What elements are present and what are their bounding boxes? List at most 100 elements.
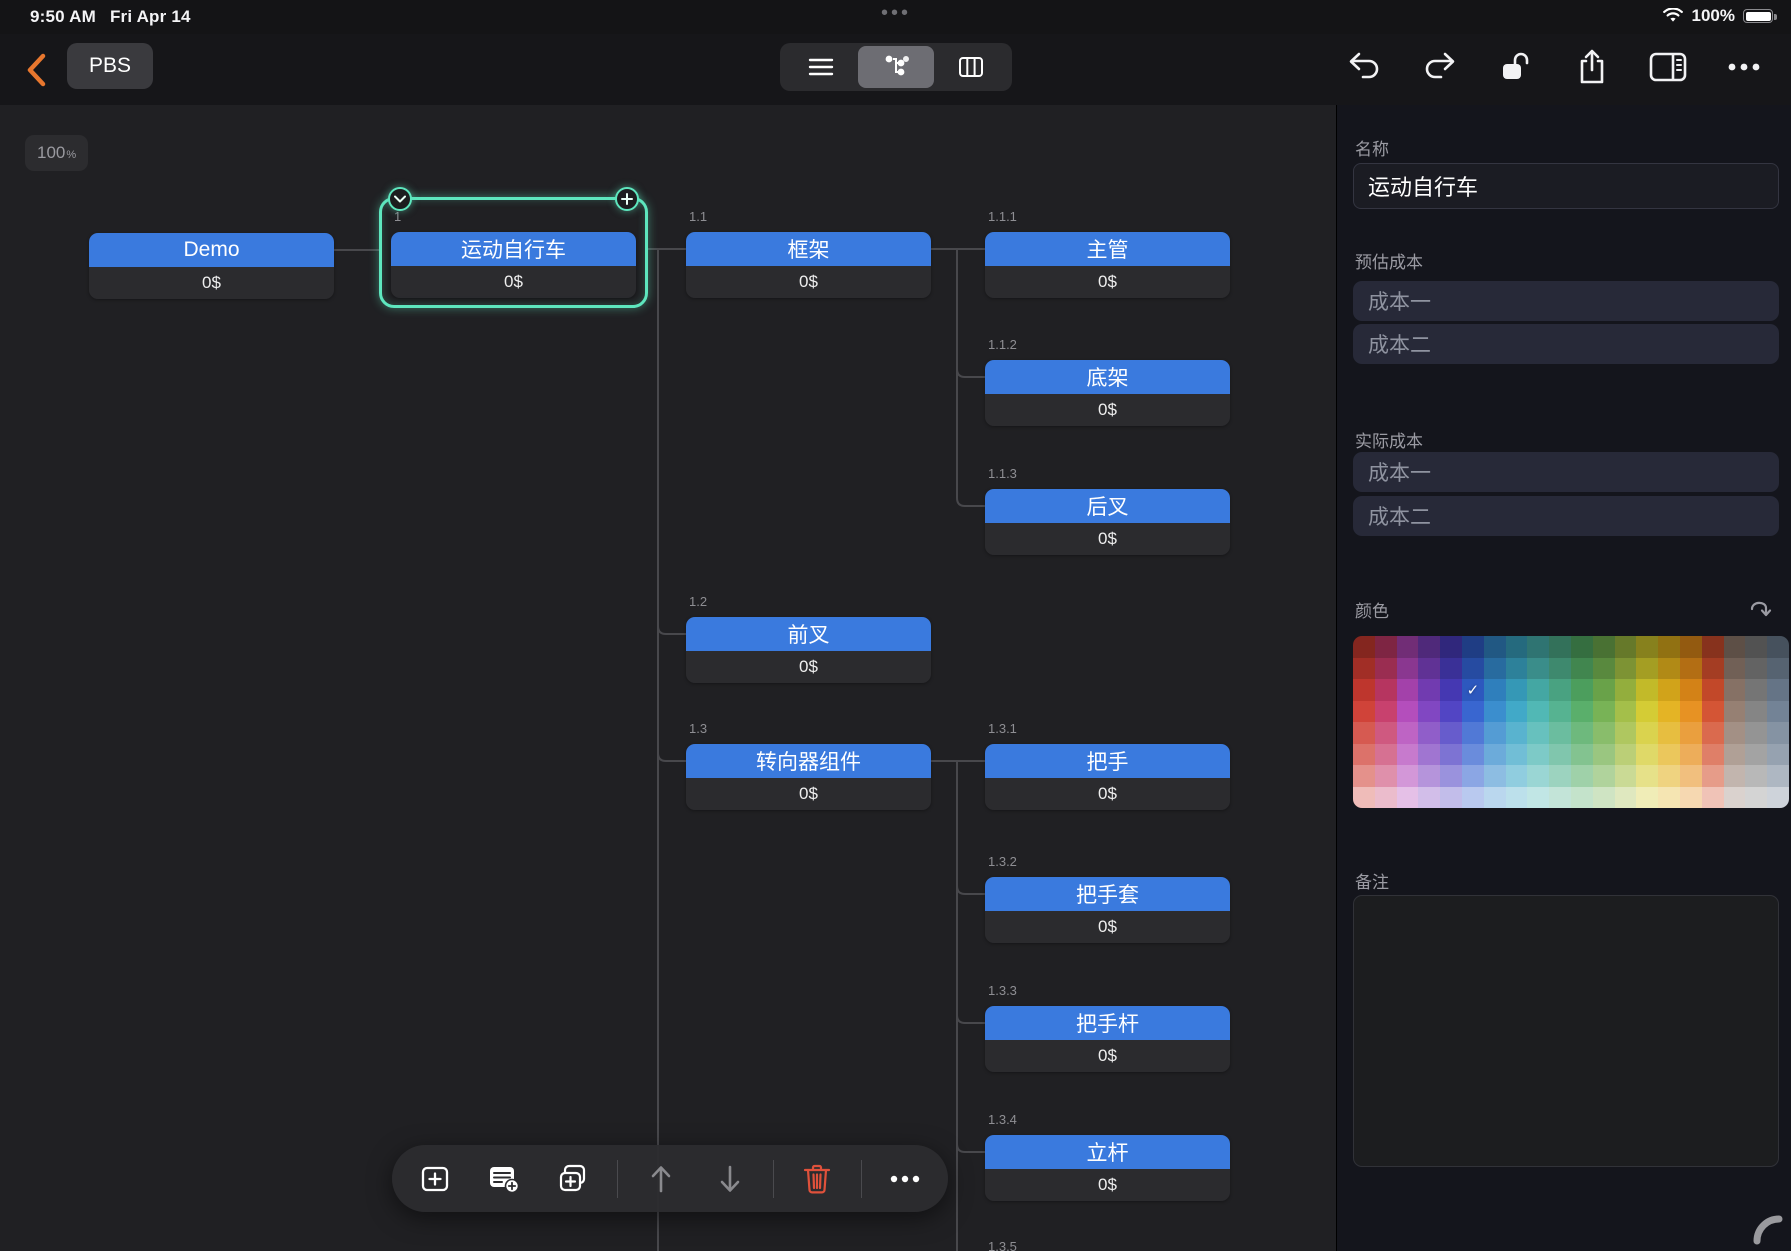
- palette-swatch[interactable]: [1658, 658, 1680, 680]
- actual-cost-row-1[interactable]: 成本一: [1353, 452, 1779, 492]
- palette-swatch[interactable]: [1527, 765, 1549, 787]
- palette-swatch[interactable]: [1745, 701, 1767, 723]
- palette-swatch[interactable]: [1462, 701, 1484, 723]
- palette-swatch[interactable]: [1418, 658, 1440, 680]
- palette-swatch[interactable]: [1636, 744, 1658, 766]
- palette-swatch[interactable]: [1462, 636, 1484, 658]
- palette-swatch[interactable]: [1767, 701, 1789, 723]
- tree-node[interactable]: 前叉 0$: [686, 617, 931, 683]
- palette-swatch[interactable]: [1506, 765, 1528, 787]
- more-button[interactable]: [1719, 45, 1769, 89]
- palette-swatch[interactable]: ✓: [1462, 679, 1484, 701]
- palette-swatch[interactable]: [1767, 765, 1789, 787]
- palette-swatch[interactable]: [1658, 787, 1680, 809]
- palette-swatch[interactable]: [1636, 765, 1658, 787]
- palette-swatch[interactable]: [1702, 744, 1724, 766]
- palette-swatch[interactable]: [1724, 787, 1746, 809]
- palette-swatch[interactable]: [1767, 744, 1789, 766]
- palette-swatch[interactable]: [1549, 722, 1571, 744]
- palette-swatch[interactable]: [1375, 636, 1397, 658]
- palette-swatch[interactable]: [1702, 636, 1724, 658]
- palette-swatch[interactable]: [1375, 765, 1397, 787]
- palette-swatch[interactable]: [1353, 658, 1375, 680]
- palette-swatch[interactable]: [1724, 658, 1746, 680]
- palette-swatch[interactable]: [1462, 658, 1484, 680]
- palette-swatch[interactable]: [1440, 679, 1462, 701]
- palette-swatch[interactable]: [1724, 636, 1746, 658]
- palette-swatch[interactable]: [1702, 765, 1724, 787]
- palette-swatch[interactable]: [1506, 658, 1528, 680]
- palette-swatch[interactable]: [1636, 658, 1658, 680]
- palette-swatch[interactable]: [1549, 679, 1571, 701]
- inspector-toggle-button[interactable]: [1643, 45, 1693, 89]
- palette-swatch[interactable]: [1745, 658, 1767, 680]
- palette-swatch[interactable]: [1397, 701, 1419, 723]
- tree-node[interactable]: 立杆 0$: [985, 1135, 1230, 1201]
- palette-swatch[interactable]: [1506, 701, 1528, 723]
- palette-swatch[interactable]: [1418, 636, 1440, 658]
- palette-swatch[interactable]: [1484, 765, 1506, 787]
- palette-swatch[interactable]: [1571, 722, 1593, 744]
- palette-swatch[interactable]: [1615, 701, 1637, 723]
- palette-swatch[interactable]: [1527, 658, 1549, 680]
- palette-swatch[interactable]: [1375, 744, 1397, 766]
- palette-swatch[interactable]: [1375, 722, 1397, 744]
- palette-swatch[interactable]: [1527, 787, 1549, 809]
- delete-node-button[interactable]: [791, 1153, 843, 1205]
- palette-swatch[interactable]: [1353, 679, 1375, 701]
- palette-swatch[interactable]: [1636, 722, 1658, 744]
- palette-swatch[interactable]: [1462, 765, 1484, 787]
- estimated-cost-row-2[interactable]: 成本二: [1353, 324, 1779, 364]
- tree-node[interactable]: 运动自行车 0$: [391, 232, 636, 298]
- palette-swatch[interactable]: [1418, 679, 1440, 701]
- document-title-button[interactable]: PBS: [67, 43, 153, 89]
- palette-swatch[interactable]: [1593, 787, 1615, 809]
- palette-swatch[interactable]: [1593, 722, 1615, 744]
- palette-swatch[interactable]: [1462, 787, 1484, 809]
- actual-cost-row-2[interactable]: 成本二: [1353, 496, 1779, 536]
- move-down-button[interactable]: [704, 1153, 756, 1205]
- palette-swatch[interactable]: [1484, 658, 1506, 680]
- palette-swatch[interactable]: [1767, 636, 1789, 658]
- palette-swatch[interactable]: [1440, 658, 1462, 680]
- add-node-button[interactable]: [409, 1153, 461, 1205]
- palette-swatch[interactable]: [1767, 722, 1789, 744]
- tree-node[interactable]: 主管 0$: [985, 232, 1230, 298]
- add-child-button[interactable]: [615, 187, 639, 211]
- palette-swatch[interactable]: [1549, 744, 1571, 766]
- palette-swatch[interactable]: [1440, 722, 1462, 744]
- palette-swatch[interactable]: [1375, 701, 1397, 723]
- estimated-cost-row-1[interactable]: 成本一: [1353, 281, 1779, 321]
- tab-list-view[interactable]: [783, 46, 858, 88]
- palette-swatch[interactable]: [1615, 722, 1637, 744]
- palette-swatch[interactable]: [1593, 701, 1615, 723]
- palette-swatch[interactable]: [1549, 658, 1571, 680]
- palette-swatch[interactable]: [1724, 722, 1746, 744]
- palette-swatch[interactable]: [1506, 787, 1528, 809]
- palette-swatch[interactable]: [1702, 679, 1724, 701]
- palette-swatch[interactable]: [1484, 744, 1506, 766]
- palette-swatch[interactable]: [1615, 658, 1637, 680]
- tab-tree-view[interactable]: [858, 46, 933, 88]
- palette-swatch[interactable]: [1353, 744, 1375, 766]
- tree-node[interactable]: 把手 0$: [985, 744, 1230, 810]
- palette-swatch[interactable]: [1767, 658, 1789, 680]
- palette-swatch[interactable]: [1593, 744, 1615, 766]
- palette-swatch[interactable]: [1527, 679, 1549, 701]
- palette-swatch[interactable]: [1418, 701, 1440, 723]
- tree-node[interactable]: Demo 0$: [89, 233, 334, 299]
- palette-swatch[interactable]: [1658, 765, 1680, 787]
- palette-swatch[interactable]: [1571, 701, 1593, 723]
- palette-swatch[interactable]: [1680, 722, 1702, 744]
- tree-node[interactable]: 底架 0$: [985, 360, 1230, 426]
- palette-swatch[interactable]: [1571, 679, 1593, 701]
- move-up-button[interactable]: [635, 1153, 687, 1205]
- lock-button[interactable]: [1491, 45, 1541, 89]
- palette-swatch[interactable]: [1440, 636, 1462, 658]
- tree-node[interactable]: 把手套 0$: [985, 877, 1230, 943]
- palette-swatch[interactable]: [1767, 787, 1789, 809]
- palette-swatch[interactable]: [1397, 765, 1419, 787]
- palette-swatch[interactable]: [1353, 765, 1375, 787]
- palette-swatch[interactable]: [1658, 722, 1680, 744]
- add-note-button[interactable]: [478, 1153, 530, 1205]
